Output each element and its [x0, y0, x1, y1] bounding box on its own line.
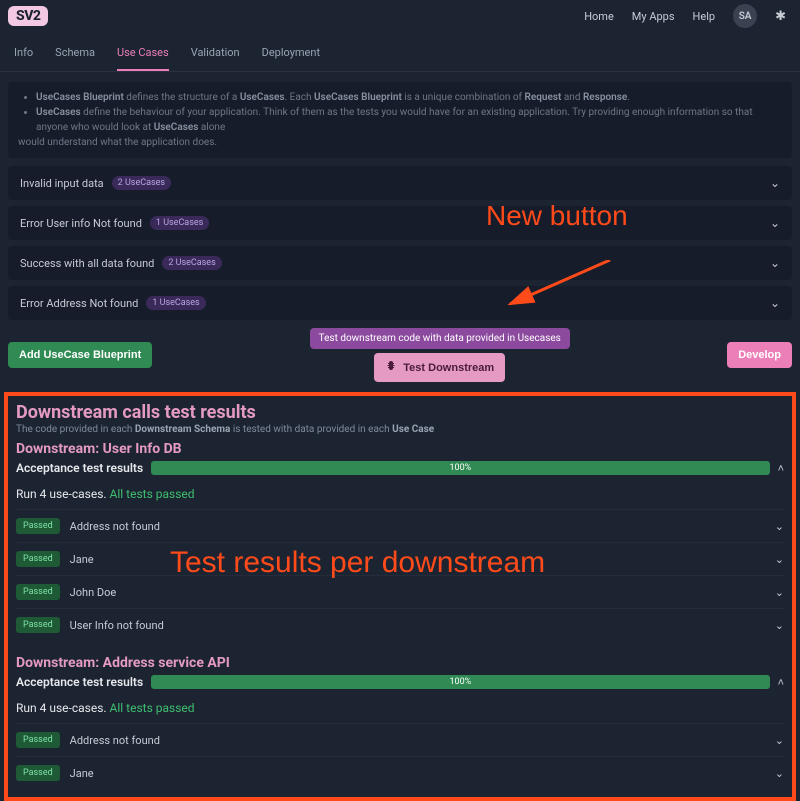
intro-bullet-1: UseCases Blueprint defines the structure… — [36, 90, 782, 105]
nav-home[interactable]: Home — [584, 10, 614, 23]
usecase-count-badge: 2 UseCases — [162, 256, 221, 270]
results-panel: Downstream calls test results The code p… — [4, 392, 796, 801]
progress-bar: 100% — [151, 675, 769, 689]
test-name: Address not found — [70, 734, 160, 747]
downstream-name: Downstream: Address service API — [16, 655, 784, 671]
annotation-new-button: New button — [486, 200, 628, 232]
avatar[interactable]: SA — [733, 4, 757, 28]
usecase-row[interactable]: Invalid input data 2 UseCases ⌄ — [8, 166, 792, 200]
usecase-label: Success with all data found — [20, 257, 154, 270]
acceptance-label: Acceptance test results — [16, 675, 143, 689]
status-badge: Passed — [16, 518, 60, 534]
add-blueprint-button[interactable]: Add UseCase Blueprint — [8, 342, 152, 368]
test-row[interactable]: Passed Jane ⌄ — [16, 542, 784, 575]
acceptance-label: Acceptance test results — [16, 461, 143, 475]
usecase-count-badge: 1 UseCases — [146, 296, 205, 310]
chevron-down-icon: ⌄ — [770, 216, 780, 230]
test-row[interactable]: Passed User Info not found ⌄ — [16, 608, 784, 641]
status-badge: Passed — [16, 551, 60, 567]
test-downstream-tooltip: Test downstream code with data provided … — [310, 328, 570, 349]
test-name: John Doe — [70, 586, 117, 599]
status-badge: Passed — [16, 732, 60, 748]
test-name: Jane — [70, 553, 94, 566]
top-nav: Home My Apps Help SA ✱ — [584, 4, 786, 28]
usecase-count-badge: 2 UseCases — [112, 176, 171, 190]
test-row[interactable]: Passed Address not found ⌄ — [16, 509, 784, 542]
theme-toggle-icon[interactable]: ✱ — [775, 9, 786, 24]
nav-my-apps[interactable]: My Apps — [632, 10, 675, 23]
tab-info[interactable]: Info — [14, 46, 33, 71]
downstream-name: Downstream: User Info DB — [16, 441, 784, 457]
usecase-row[interactable]: Error User info Not found 1 UseCases ⌄ — [8, 206, 792, 240]
status-badge: Passed — [16, 765, 60, 781]
chevron-down-icon: ⌄ — [775, 619, 784, 632]
usecase-label: Error User info Not found — [20, 217, 142, 230]
tab-schema[interactable]: Schema — [55, 46, 95, 71]
results-subtitle: The code provided in each Downstream Sch… — [16, 424, 784, 435]
usecase-row[interactable]: Error Address Not found 1 UseCases ⌄ — [8, 286, 792, 320]
chevron-down-icon: ⌄ — [775, 553, 784, 566]
chevron-down-icon: ⌄ — [770, 256, 780, 270]
develop-button[interactable]: Develop — [727, 342, 792, 368]
usecase-row[interactable]: Success with all data found 2 UseCases ⌄ — [8, 246, 792, 280]
bug-icon — [385, 360, 397, 375]
chevron-down-icon: ⌄ — [775, 520, 784, 533]
run-summary: Run 4 use-cases. All tests passed — [16, 701, 784, 715]
test-row[interactable]: Passed Address not found ⌄ — [16, 723, 784, 756]
test-row[interactable]: Passed John Doe ⌄ — [16, 575, 784, 608]
chevron-down-icon: ⌄ — [775, 734, 784, 747]
chevron-up-icon: ˄ — [778, 676, 784, 689]
usecase-count-badge: 1 UseCases — [150, 216, 209, 230]
chevron-down-icon: ⌄ — [775, 767, 784, 780]
usecase-label: Error Address Not found — [20, 297, 138, 310]
tab-use-cases[interactable]: Use Cases — [117, 46, 169, 71]
acceptance-row[interactable]: Acceptance test results 100% ˄ — [16, 461, 784, 475]
tab-deployment[interactable]: Deployment — [262, 46, 320, 71]
usecase-label: Invalid input data — [20, 177, 104, 190]
tab-validation[interactable]: Validation — [191, 46, 240, 71]
test-downstream-label: Test Downstream — [403, 362, 494, 374]
nav-help[interactable]: Help — [693, 10, 716, 23]
chevron-up-icon: ˄ — [778, 462, 784, 475]
tab-bar: Info Schema Use Cases Validation Deploym… — [0, 32, 800, 72]
chevron-down-icon: ⌄ — [775, 586, 784, 599]
chevron-down-icon: ⌄ — [770, 296, 780, 310]
test-name: Address not found — [70, 520, 160, 533]
intro-bullet-2: UseCases define the behaviour of your ap… — [36, 105, 782, 135]
status-badge: Passed — [16, 617, 60, 633]
test-name: Jane — [70, 767, 94, 780]
run-summary: Run 4 use-cases. All tests passed — [16, 487, 784, 501]
chevron-down-icon: ⌄ — [770, 176, 780, 190]
progress-bar: 100% — [151, 461, 769, 475]
results-title: Downstream calls test results — [16, 402, 784, 423]
test-name: User Info not found — [70, 619, 164, 632]
intro-block: UseCases Blueprint defines the structure… — [8, 82, 792, 158]
acceptance-row[interactable]: Acceptance test results 100% ˄ — [16, 675, 784, 689]
test-downstream-button[interactable]: Test Downstream — [374, 353, 505, 382]
status-badge: Passed — [16, 584, 60, 600]
test-row[interactable]: Passed Jane ⌄ — [16, 756, 784, 789]
intro-trailing: would understand what the application do… — [18, 135, 782, 150]
logo[interactable]: SV2 — [8, 6, 48, 26]
